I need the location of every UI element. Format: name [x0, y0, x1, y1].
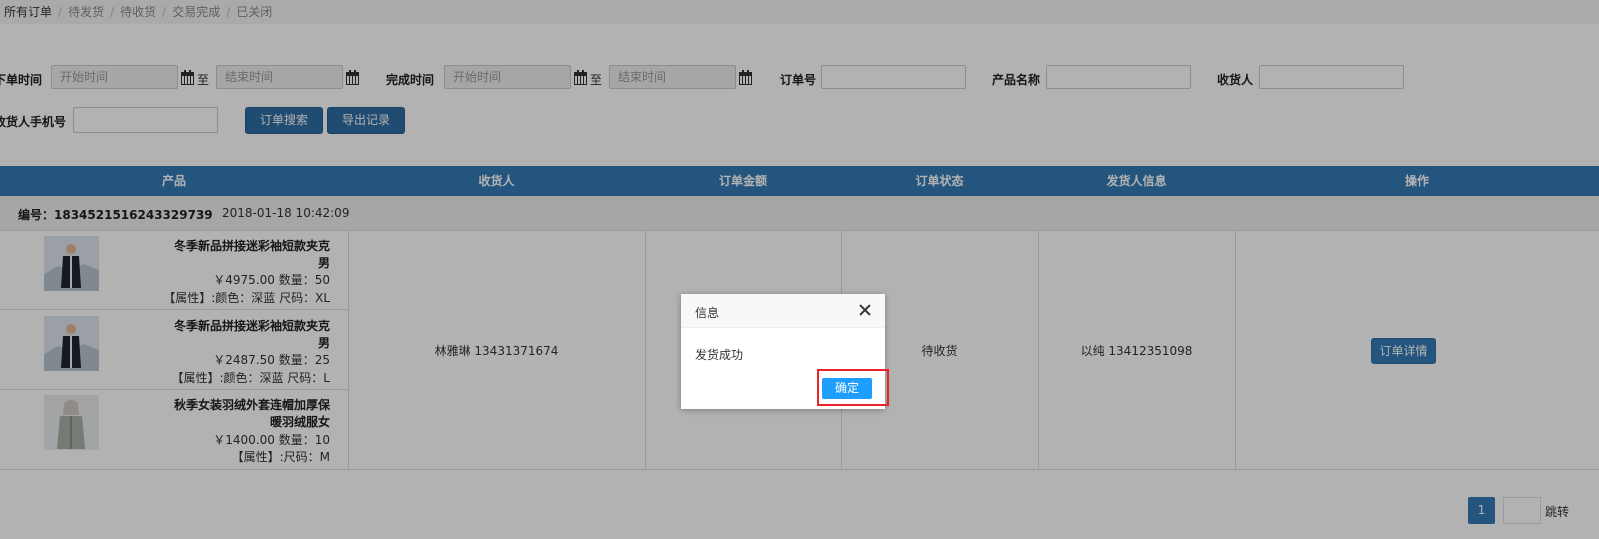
dialog-header: 信息 [681, 294, 885, 328]
close-icon[interactable] [859, 304, 871, 316]
modal-overlay[interactable] [0, 0, 1599, 539]
orders-page: 所有订单 / 待发货 / 待收货 / 交易完成 / 已关闭 下单时间 开始时间 至 结束时间 完… [0, 0, 1599, 539]
dialog-title: 信息 [695, 306, 720, 320]
dialog-message: 发货成功 [695, 348, 744, 362]
highlight-box [817, 369, 889, 406]
